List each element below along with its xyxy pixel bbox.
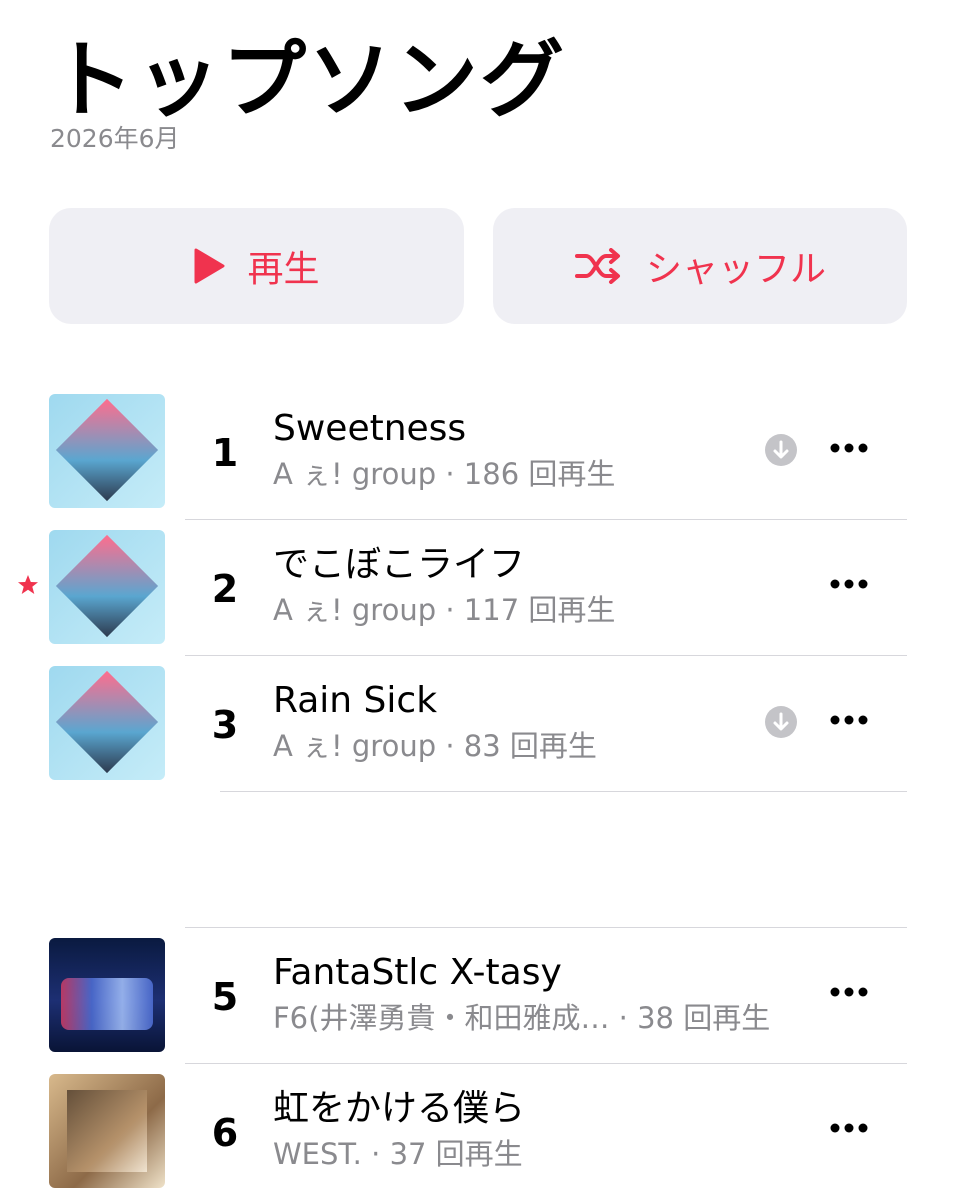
song-rank: 6 (211, 1111, 239, 1155)
song-artist: A ぇ! group (273, 457, 437, 491)
song-play-count: 37 回再生 (389, 1137, 523, 1171)
song-title: でこぼこライフ (273, 544, 526, 585)
play-button[interactable]: 再生 (49, 208, 464, 324)
song-title: Rain Sick (273, 680, 438, 721)
song-meta: WEST. · 37 回再生 (273, 1137, 523, 1171)
shuffle-button[interactable]: シャッフル (493, 208, 907, 324)
song-play-count: 186 回再生 (463, 457, 616, 491)
download-icon[interactable] (765, 706, 797, 738)
more-icon[interactable] (828, 976, 870, 1008)
row-divider (185, 655, 907, 656)
row-divider (185, 519, 907, 520)
song-artist: A ぇ! group (273, 729, 437, 763)
song-play-count: 38 回再生 (637, 1001, 771, 1035)
play-icon (194, 248, 225, 284)
song-rank: 3 (211, 703, 239, 747)
download-icon[interactable] (765, 434, 797, 466)
song-rank: 5 (211, 975, 239, 1019)
album-artwork (49, 530, 165, 644)
song-row-5[interactable]: 5 FantaStlc X-tasy F6(井澤勇貴・和田雅成… · 38 回再… (0, 938, 955, 1058)
song-row-3[interactable]: 3 Rain Sick A ぇ! group · 83 回再生 (0, 666, 955, 786)
star-icon (18, 575, 38, 594)
more-icon[interactable] (828, 568, 870, 600)
song-title: 虹をかける僕ら (273, 1088, 526, 1129)
album-artwork (49, 938, 165, 1052)
row-divider (220, 791, 907, 792)
song-artist: F6(井澤勇貴・和田雅成… (273, 1001, 610, 1035)
song-row-1[interactable]: 1 Sweetness A ぇ! group · 186 回再生 (0, 394, 955, 514)
song-meta: A ぇ! group · 186 回再生 (273, 457, 616, 491)
song-artist: WEST. (273, 1137, 362, 1171)
song-row-2[interactable]: 2 でこぼこライフ A ぇ! group · 117 回再生 (0, 530, 955, 650)
song-play-count: 117 回再生 (463, 593, 616, 627)
shuffle-button-label: シャッフル (645, 249, 826, 290)
page-subtitle-date: 2026年6月 (50, 124, 180, 153)
song-rank: 1 (211, 431, 239, 475)
song-meta: A ぇ! group · 83 回再生 (273, 729, 597, 763)
more-icon[interactable] (828, 1112, 870, 1144)
page-title: トップソング (50, 31, 567, 129)
song-rank: 2 (211, 567, 239, 611)
song-meta: F6(井澤勇貴・和田雅成… · 38 回再生 (273, 1001, 771, 1035)
more-icon[interactable] (828, 432, 870, 464)
album-artwork (49, 666, 165, 780)
more-icon[interactable] (828, 704, 870, 736)
song-title: Sweetness (273, 408, 467, 449)
row-divider (185, 927, 907, 928)
shuffle-icon (574, 248, 620, 284)
song-row-6[interactable]: 6 虹をかける僕ら WEST. · 37 回再生 (0, 1074, 955, 1194)
song-meta: A ぇ! group · 117 回再生 (273, 593, 616, 627)
song-title: FantaStlc X-tasy (273, 952, 562, 993)
album-artwork (49, 1074, 165, 1188)
row-divider (185, 1063, 907, 1064)
album-artwork (49, 394, 165, 508)
play-button-label: 再生 (247, 249, 320, 290)
song-play-count: 83 回再生 (463, 729, 597, 763)
song-artist: A ぇ! group (273, 593, 437, 627)
